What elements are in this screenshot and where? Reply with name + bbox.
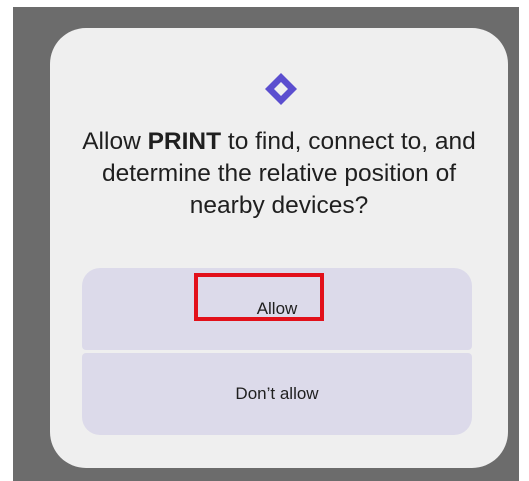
allow-button[interactable]: Allow (82, 268, 472, 350)
allow-button-label: Allow (256, 299, 298, 318)
nearby-devices-icon (265, 73, 297, 105)
dont-allow-button-label: Don’t allow (235, 384, 319, 403)
dont-allow-button[interactable]: Don’t allow (82, 353, 472, 435)
permission-message: Allow PRINT to find, connect to, and det… (68, 126, 490, 222)
app-name: PRINT (147, 128, 222, 155)
permission-dialog: Allow PRINT to find, connect to, and det… (50, 28, 508, 468)
message-prefix: Allow (82, 128, 148, 155)
dimmed-background: Allow PRINT to find, connect to, and det… (13, 7, 519, 481)
